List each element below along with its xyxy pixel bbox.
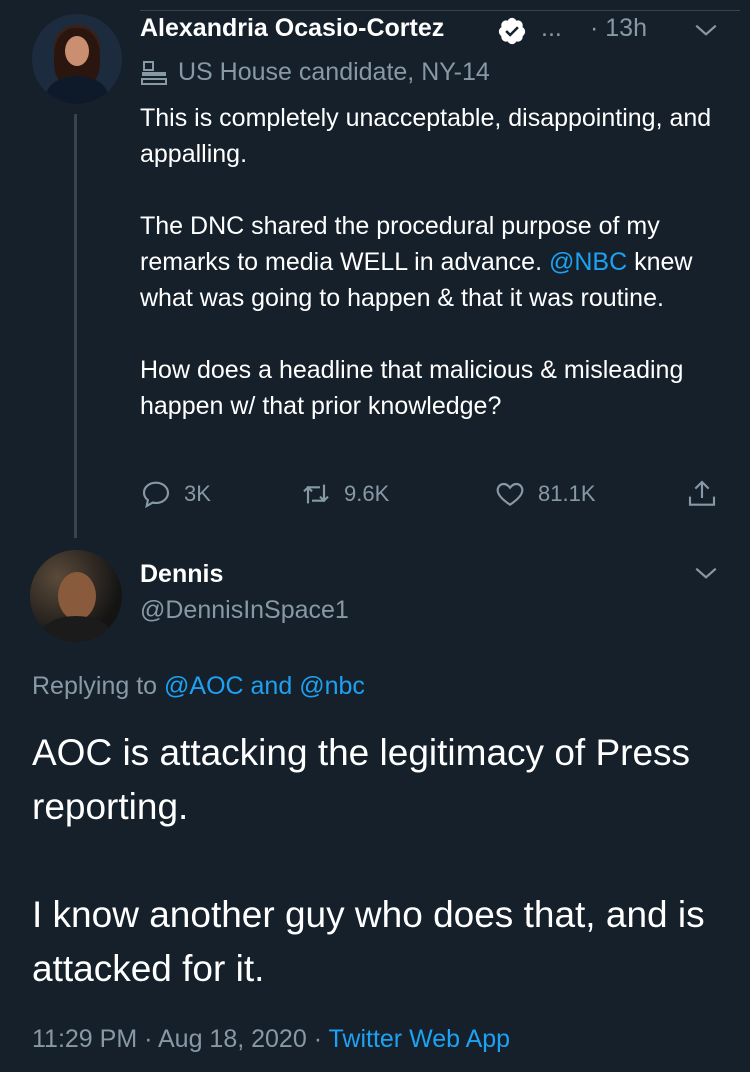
chevron-down-icon[interactable]: [693, 17, 719, 43]
chevron-down-icon[interactable]: [693, 560, 719, 586]
like-count: 81.1K: [538, 481, 596, 506]
replying-to: Replying to @AOC and @nbc: [32, 672, 365, 701]
share-icon: [688, 480, 716, 506]
source-app-link[interactable]: Twitter Web App: [329, 1025, 511, 1053]
avatar[interactable]: [32, 14, 122, 104]
tweet-date: Aug 18, 2020: [158, 1025, 307, 1053]
avatar[interactable]: [30, 550, 122, 642]
tweet-body: This is completely unacceptable, disappo…: [140, 100, 740, 424]
tweet-time[interactable]: · 13h: [590, 14, 647, 43]
thread-connector-line: [74, 114, 77, 538]
more-ellipsis[interactable]: ...: [541, 14, 562, 43]
tweet-paragraph: The DNC shared the procedural purpose of…: [140, 208, 740, 316]
author-name[interactable]: Alexandria Ocasio-Cortez: [140, 14, 444, 43]
reply-count: 3K: [184, 481, 211, 506]
verified-badge-icon: [498, 17, 526, 45]
tweet-paragraph: How does a headline that malicious & mis…: [140, 356, 684, 420]
retweet-button[interactable]: 9.6K: [300, 478, 389, 510]
like-button[interactable]: 81.1K: [494, 478, 596, 510]
retweet-count: 9.6K: [344, 481, 390, 506]
author-handle[interactable]: @DennisInSpace1: [140, 596, 349, 625]
retweet-icon: [303, 484, 329, 504]
heart-icon: [496, 482, 524, 506]
mention-link[interactable]: @NBC: [549, 248, 627, 276]
government-building-icon: [141, 61, 167, 85]
replying-mentions-link[interactable]: @AOC and @nbc: [164, 672, 365, 700]
reply-body: AOC is attacking the legitimacy of Press…: [32, 726, 722, 996]
divider: [140, 10, 740, 11]
reply-icon: [142, 481, 170, 509]
tweet-metadata: 11:29 PM · Aug 18, 2020 · Twitter Web Ap…: [32, 1025, 510, 1054]
reply-button[interactable]: 3K: [140, 478, 211, 510]
separator: ·: [137, 1025, 158, 1053]
replying-prefix: Replying to: [32, 672, 165, 700]
share-button[interactable]: [686, 478, 718, 510]
reply-paragraph: AOC is attacking the legitimacy of Press…: [32, 732, 691, 827]
tweet-thread-screen: Alexandria Ocasio-Cortez ... · 13h US Ho…: [0, 0, 750, 1072]
account-label: US House candidate, NY-14: [178, 58, 490, 86]
tweet-timestamp: 11:29 PM: [32, 1025, 138, 1053]
author-name[interactable]: Dennis: [140, 560, 223, 589]
reply-paragraph: I know another guy who does that, and is…: [32, 894, 705, 989]
tweet-paragraph: This is completely unacceptable, disappo…: [140, 104, 712, 168]
separator: ·: [306, 1025, 329, 1053]
